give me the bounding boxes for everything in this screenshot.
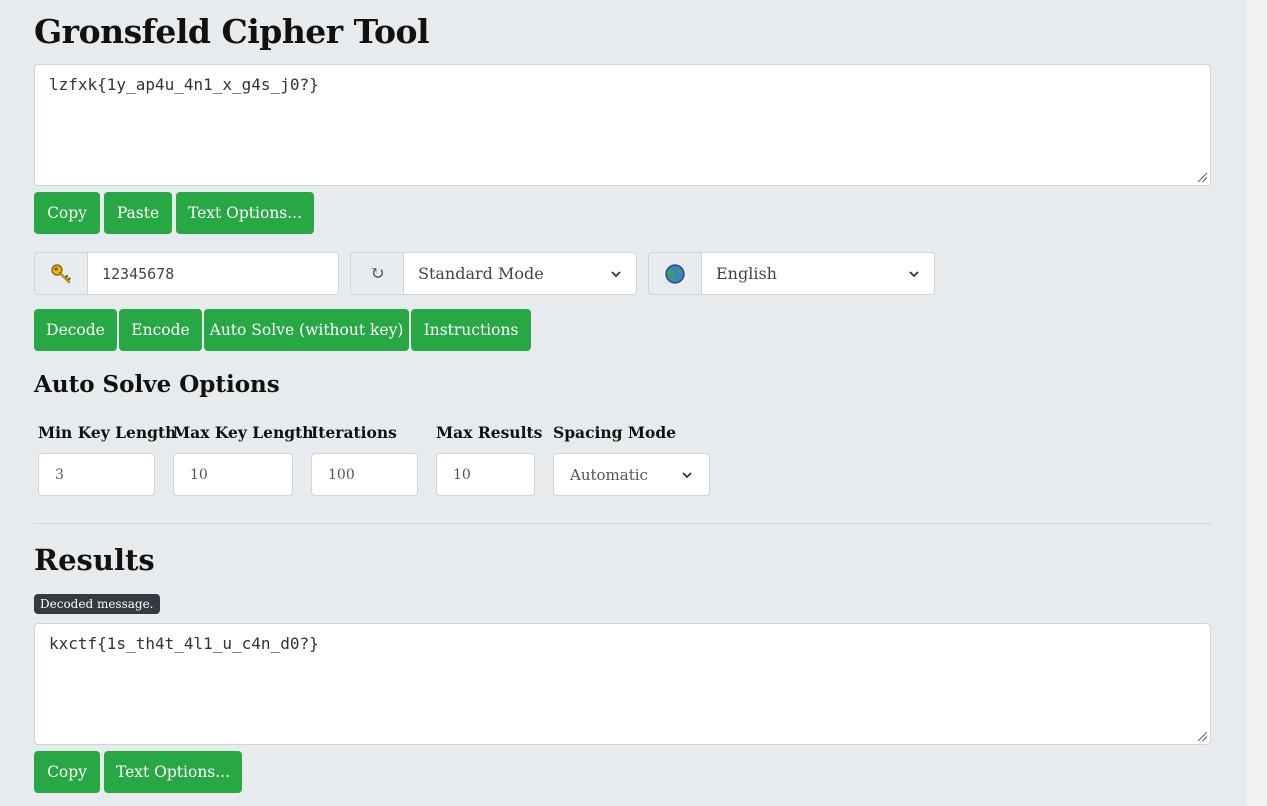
resize-grip-icon[interactable]	[1198, 173, 1207, 182]
min-key-length-input[interactable]: 3	[38, 453, 155, 496]
input-text-options-button[interactable]: Text Options...	[176, 192, 314, 234]
spacing-mode-label: Spacing Mode	[553, 423, 677, 442]
max-results-label: Max Results	[436, 423, 543, 442]
refresh-icon: ↻	[350, 252, 403, 295]
input-text: lzfxk{1y_ap4u_4n1_x_g4s_j0?}	[49, 75, 319, 94]
status-badge: Decoded message.	[34, 594, 160, 614]
paste-button[interactable]: Paste	[104, 192, 172, 234]
chevron-down-icon	[682, 471, 692, 478]
key-icon	[34, 252, 87, 295]
page-title: Gronsfeld Cipher Tool	[34, 12, 430, 51]
key-input-group: 12345678	[34, 252, 339, 295]
resize-grip-icon[interactable]	[1198, 732, 1207, 741]
instructions-button[interactable]: Instructions	[411, 309, 531, 351]
chevron-down-icon	[909, 270, 919, 277]
copy-results-button[interactable]: Copy	[34, 751, 100, 793]
decode-button[interactable]: Decode	[34, 309, 117, 351]
section-divider	[34, 523, 1211, 524]
mode-select-group: ↻ Standard Mode	[350, 252, 637, 295]
max-key-length-label: Max Key Length	[173, 423, 314, 442]
spacing-mode-select[interactable]: Automatic	[553, 453, 710, 496]
key-input[interactable]: 12345678	[87, 252, 339, 295]
results-textarea[interactable]: kxctf{1s_th4t_4l1_u_c4n_d0?}	[34, 623, 1211, 745]
min-key-length-label: Min Key Length	[38, 423, 177, 442]
results-heading: Results	[34, 543, 155, 577]
mode-select[interactable]: Standard Mode	[403, 252, 637, 295]
auto-solve-heading: Auto Solve Options	[34, 371, 280, 398]
copy-input-button[interactable]: Copy	[34, 192, 100, 234]
input-button-row: Copy Paste Text Options...	[34, 192, 314, 234]
max-key-length-input[interactable]: 10	[173, 453, 293, 496]
action-button-row: Decode Encode Auto Solve (without key) I…	[34, 309, 531, 351]
iterations-input[interactable]: 100	[311, 453, 418, 496]
language-select-value: English	[716, 264, 777, 283]
page-scrollbar[interactable]	[1247, 0, 1267, 806]
language-select[interactable]: English	[701, 252, 935, 295]
results-button-row: Copy Text Options...	[34, 751, 242, 793]
max-results-input[interactable]: 10	[436, 453, 535, 496]
spacing-mode-value: Automatic	[570, 465, 648, 484]
encode-button[interactable]: Encode	[119, 309, 202, 351]
globe-icon	[648, 252, 701, 295]
mode-select-value: Standard Mode	[418, 264, 544, 283]
language-select-group: English	[648, 252, 935, 295]
results-text: kxctf{1s_th4t_4l1_u_c4n_d0?}	[49, 634, 319, 653]
results-text-options-button[interactable]: Text Options...	[104, 751, 242, 793]
auto-solve-button[interactable]: Auto Solve (without key)	[204, 309, 409, 351]
iterations-label: Iterations	[311, 423, 397, 442]
chevron-down-icon	[611, 270, 621, 277]
input-textarea[interactable]: lzfxk{1y_ap4u_4n1_x_g4s_j0?}	[34, 64, 1211, 186]
